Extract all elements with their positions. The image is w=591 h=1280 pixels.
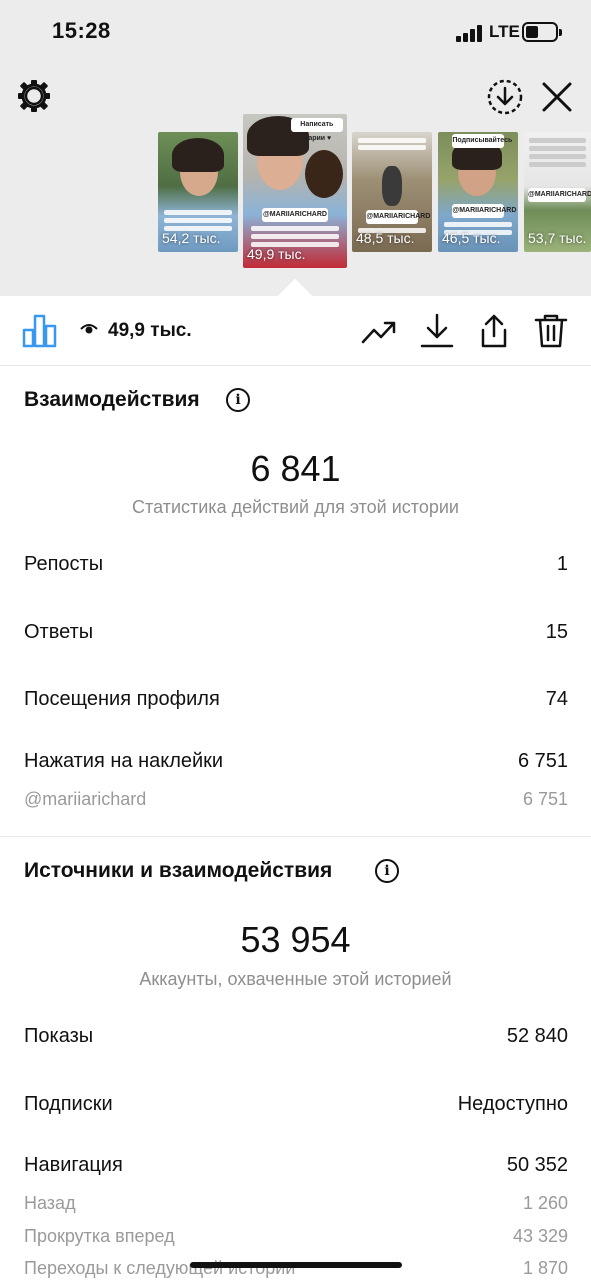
stat-row-impressions: Показы 52 840 <box>24 1025 568 1055</box>
story-thumbnail-selected[interactable]: Написать Марии ♥ @MARIIARICHARD 49,9 тыс… <box>243 114 347 268</box>
thumbnail-views: 46,5 тыс. <box>442 230 501 246</box>
stat-row-profile-visits: Посещения профиля 74 <box>24 688 568 718</box>
stat-value: 52 840 <box>506 1025 568 1047</box>
stat-value: 50 352 <box>506 1154 568 1176</box>
thumbnail-views: 48,5 тыс. <box>356 230 415 246</box>
stat-value: 1 <box>556 553 568 575</box>
section-divider <box>0 836 591 837</box>
trash-icon[interactable] <box>532 312 570 350</box>
stat-value: Недоступно <box>457 1093 568 1115</box>
story-thumbnails: 54,2 тыс. Написать Марии ♥ @MARIIARICHAR… <box>0 110 591 270</box>
stat-label: Навигация <box>24 1154 123 1176</box>
stat-label: Показы <box>24 1025 94 1047</box>
gear-icon[interactable] <box>16 78 52 114</box>
stat-subrow-forward: Прокрутка вперед 43 329 <box>24 1226 568 1256</box>
views-count: 49,9 тыс. <box>108 320 192 341</box>
stat-row-reposts: Репосты 1 <box>24 553 568 583</box>
thumbnail-views: 49,9 тыс. <box>247 246 306 262</box>
status-time: 15:28 <box>52 18 111 43</box>
stat-row-follows: Подписки Недоступно <box>24 1093 568 1123</box>
stat-row-replies: Ответы 15 <box>24 621 568 651</box>
interactions-caption: Статистика действий для этой истории <box>132 497 459 517</box>
stat-sublabel: @mariiarichard <box>24 789 147 809</box>
thumbnail-handle: @MARIIARICHARD <box>261 208 329 222</box>
stat-subrow-back: Назад 1 260 <box>24 1193 568 1223</box>
reach-caption: Аккаунты, охваченные этой историей <box>139 969 452 989</box>
status-bar: 15:28 LTE <box>0 0 591 64</box>
stat-subvalue: 1 870 <box>522 1258 568 1278</box>
story-thumbnail[interactable]: @MARIIARICHARD 53,7 тыс. <box>524 132 591 252</box>
download-icon[interactable] <box>418 312 456 350</box>
stat-label: Подписки <box>24 1093 113 1115</box>
thumbnail-views: 54,2 тыс. <box>162 230 221 246</box>
story-toolbar: 49,9 тыс. <box>0 296 591 366</box>
stat-subvalue: 6 751 <box>522 789 568 809</box>
stat-label: Нажатия на наклейки <box>24 750 224 772</box>
reach-title: Источники и взаимодействия <box>24 859 333 882</box>
signal-icon <box>456 24 484 42</box>
info-icon[interactable]: i <box>226 388 250 412</box>
story-thumbnail[interactable]: @MARIIARICHARD 48,5 тыс. <box>352 132 432 252</box>
stat-row-navigation: Навигация 50 352 <box>24 1154 568 1184</box>
story-carousel-area: 15:28 LTE 54,2 тыс. Написать Марии ♥ @MA… <box>0 0 591 296</box>
info-icon[interactable]: i <box>375 859 399 883</box>
network-label: LTE <box>489 22 520 41</box>
interactions-total: 6 841 <box>250 448 341 489</box>
stat-subvalue: 43 329 <box>512 1226 568 1246</box>
close-icon[interactable] <box>540 80 574 114</box>
stat-value: 6 751 <box>517 750 568 772</box>
trend-icon[interactable] <box>360 312 398 350</box>
stat-subrow-mention[interactable]: @mariiarichard 6 751 <box>24 789 568 819</box>
story-thumbnail[interactable]: Подписывайтесь @MARIIARICHARD 46,5 тыс. <box>438 132 518 252</box>
stat-row-sticker-taps: Нажатия на наклейки 6 751 <box>24 750 568 780</box>
share-icon[interactable] <box>475 312 513 350</box>
story-thumbnail[interactable]: 54,2 тыс. <box>158 132 238 252</box>
reach-total: 53 954 <box>240 919 351 960</box>
stat-value: 15 <box>545 621 568 643</box>
home-indicator[interactable] <box>190 1262 402 1268</box>
stat-sublabel: Назад <box>24 1193 76 1213</box>
stat-label: Репосты <box>24 553 104 575</box>
bar-chart-icon[interactable] <box>22 312 58 348</box>
stat-subvalue: 1 260 <box>522 1193 568 1213</box>
eye-icon <box>80 324 98 334</box>
thumbnail-views: 53,7 тыс. <box>528 230 587 246</box>
stat-label: Посещения профиля <box>24 688 220 710</box>
thumbnail-handle: @MARIIARICHARD <box>366 210 430 224</box>
stat-sublabel: Прокрутка вперед <box>24 1226 175 1246</box>
battery-icon <box>522 22 562 42</box>
thumbnail-handle: @MARIIARICHARD <box>452 204 516 218</box>
stat-value: 74 <box>545 688 568 710</box>
stat-label: Ответы <box>24 621 94 643</box>
thumbnail-handle: @MARIIARICHARD <box>528 188 591 202</box>
interactions-title: Взаимодействия <box>24 388 200 411</box>
